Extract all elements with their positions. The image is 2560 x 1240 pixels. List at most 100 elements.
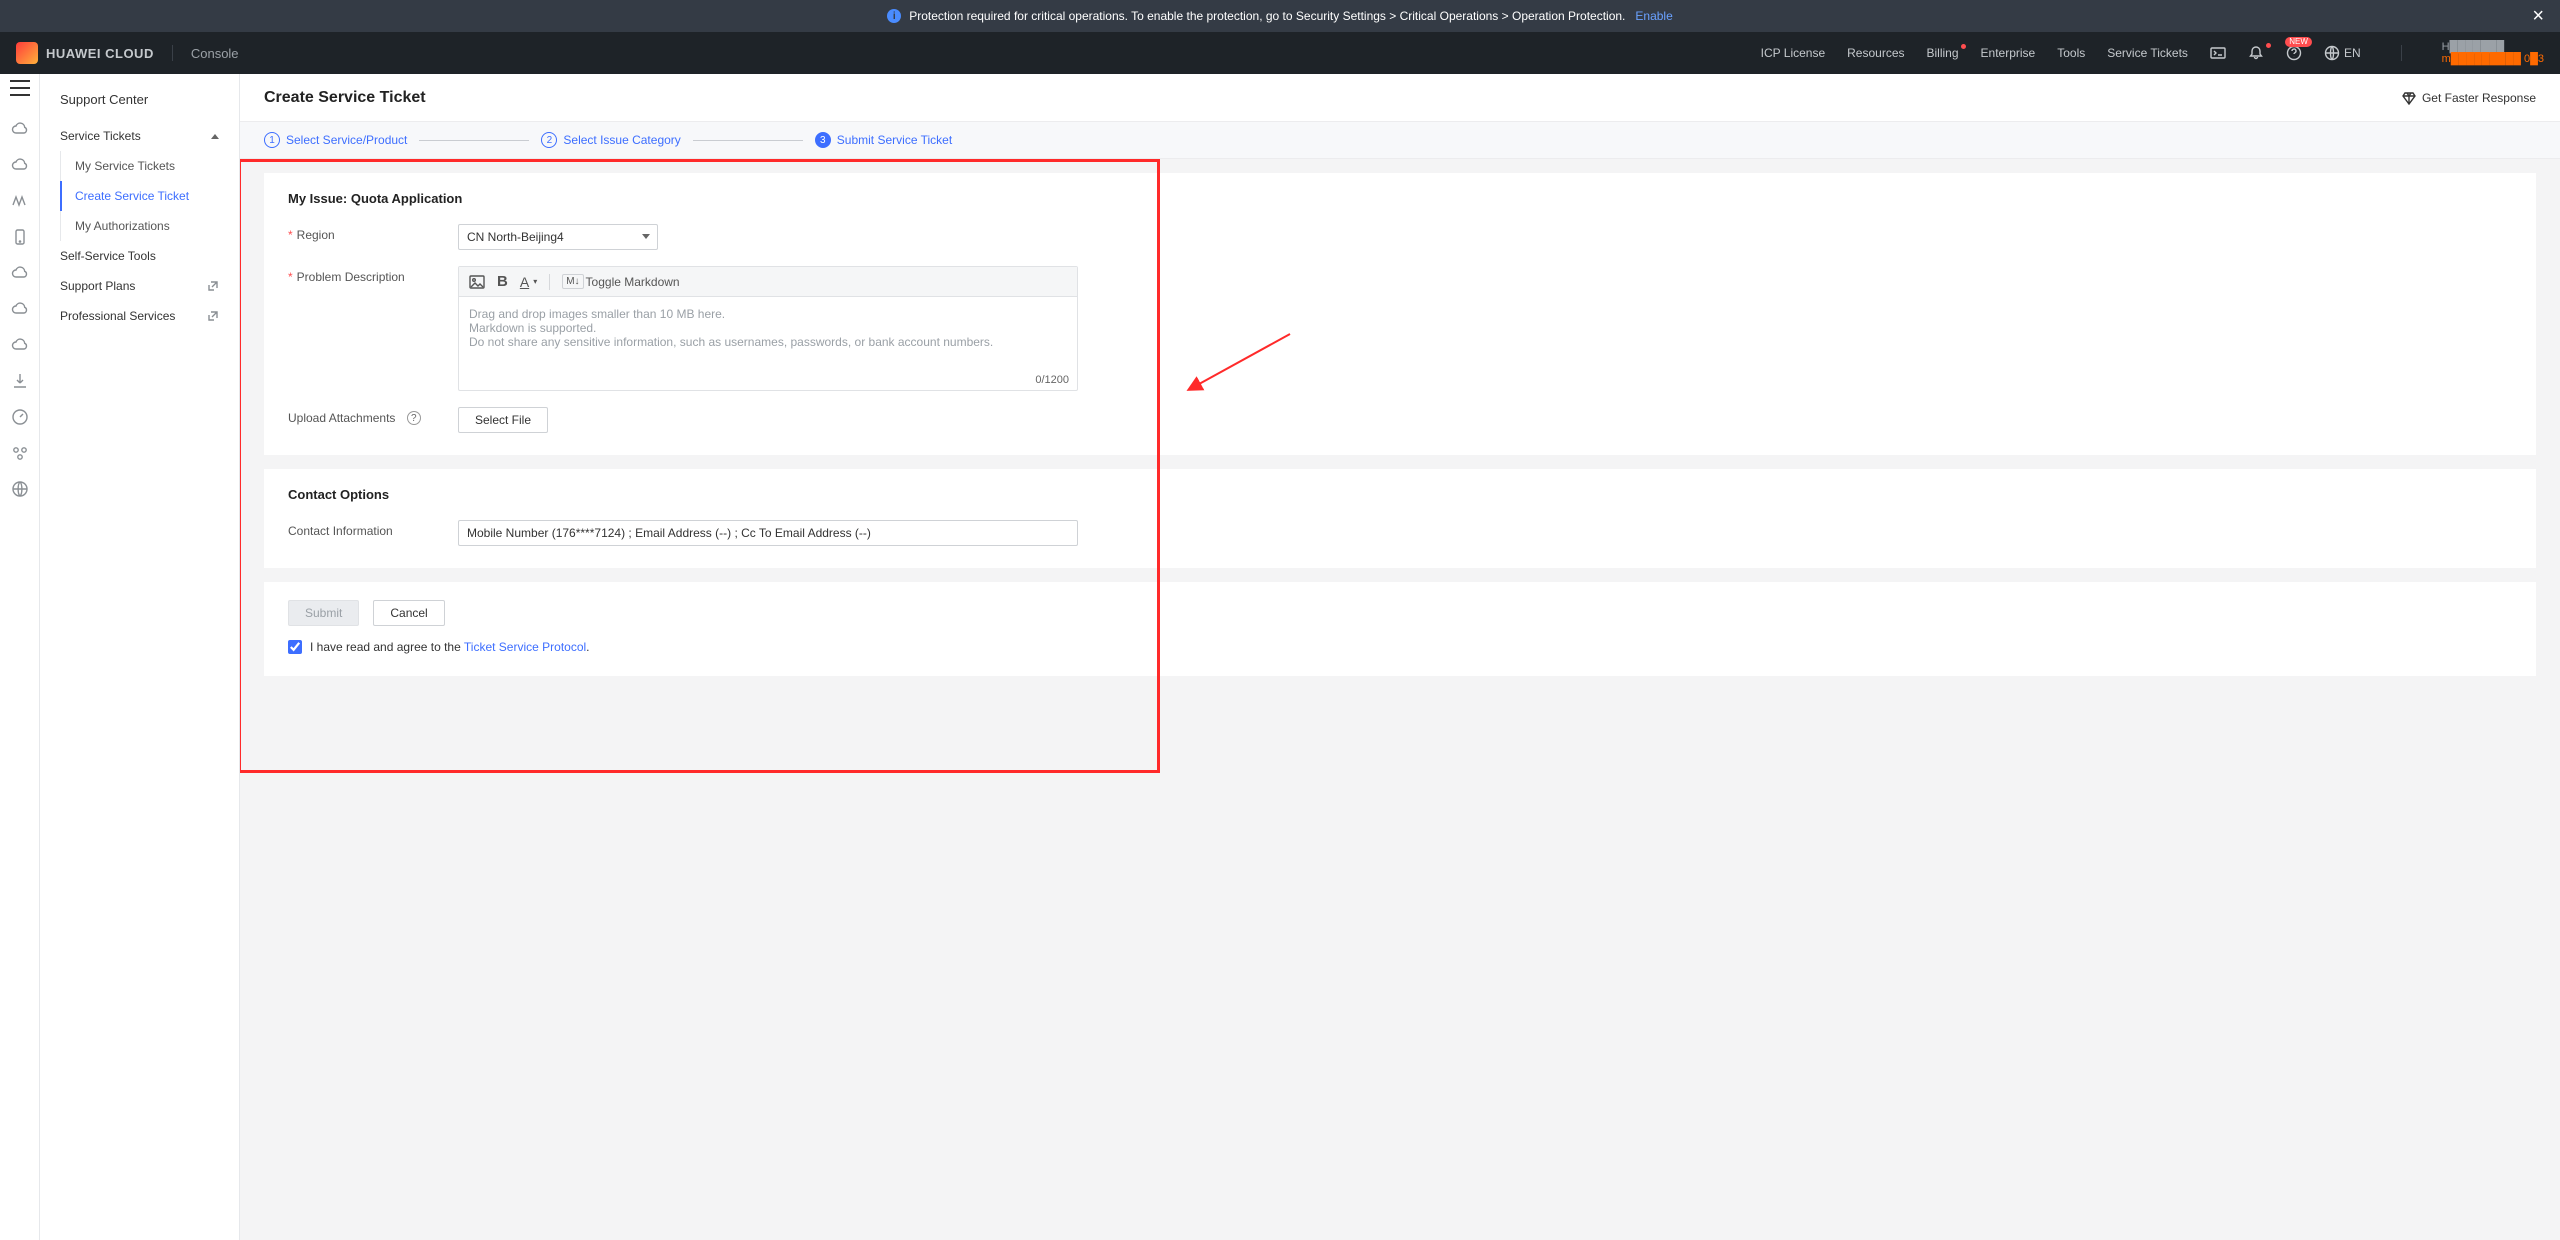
image-icon[interactable] <box>469 275 485 289</box>
step-3[interactable]: 3Submit Service Ticket <box>815 132 952 148</box>
upload-label: Upload Attachments ? <box>288 407 458 425</box>
chevron-up-icon <box>211 134 219 139</box>
nav-support-plans-label: Support Plans <box>60 279 135 293</box>
nav-self-service[interactable]: Self-Service Tools <box>40 241 239 271</box>
nav-title: Support Center <box>40 84 239 121</box>
nav-group-tickets[interactable]: Service Tickets <box>40 121 239 151</box>
contact-label: Contact Information <box>288 520 458 538</box>
font-color-icon[interactable]: A▾ <box>520 274 537 290</box>
step-2[interactable]: 2Select Issue Category <box>541 132 680 148</box>
description-textarea[interactable] <box>459 297 1077 387</box>
rail-cloud-icon-2[interactable] <box>11 156 29 174</box>
nav-my-auth[interactable]: My Authorizations <box>61 211 239 241</box>
bell-icon[interactable] <box>2248 45 2264 61</box>
upload-label-text: Upload Attachments <box>288 411 395 425</box>
account-menu[interactable]: H███████ m█████████ 0█3 <box>2442 41 2544 65</box>
bell-dot-icon <box>2266 43 2271 48</box>
region-select[interactable]: CN North-Beijing4 <box>458 224 658 250</box>
rail-download-icon[interactable] <box>11 372 29 390</box>
huawei-logo <box>16 42 38 64</box>
agree-pre: I have read and agree to the <box>310 640 464 654</box>
region-label: *Region <box>288 224 458 242</box>
agree-checkbox[interactable] <box>288 640 302 654</box>
description-label-text: Problem Description <box>297 270 405 284</box>
step-3-label: Submit Service Ticket <box>837 133 952 147</box>
step-separator <box>419 140 529 141</box>
account-sub: m█████████ 0█3 <box>2442 53 2544 65</box>
icon-rail <box>0 74 40 1240</box>
nav-tools[interactable]: Tools <box>2057 46 2085 60</box>
contact-info-input[interactable] <box>458 520 1078 546</box>
rich-toolbar: B A▾ M↓Toggle Markdown <box>459 267 1077 297</box>
help-icon[interactable]: ? <box>407 411 421 425</box>
cloud-shell-icon[interactable] <box>2210 45 2226 61</box>
step-1-number: 1 <box>264 132 280 148</box>
steps: 1 Select Service/Product 2Select Issue Ca… <box>240 122 2560 159</box>
issue-card: My Issue: Quota Application *Region CN N… <box>264 173 2536 455</box>
step-1[interactable]: 1 Select Service/Product <box>264 132 407 148</box>
contact-card: Contact Options Contact Information <box>264 469 2536 568</box>
step-2-label: Select Issue Category <box>563 133 680 147</box>
required-star-icon: * <box>288 270 293 284</box>
rail-cloud-icon-5[interactable] <box>11 336 29 354</box>
required-star-icon: * <box>288 228 293 242</box>
step-1-label: Select Service/Product <box>286 133 407 147</box>
nav-billing-label: Billing <box>1927 46 1959 60</box>
rail-cluster-icon[interactable] <box>11 444 29 462</box>
actions-card: Submit Cancel I have read and agree to t… <box>264 582 2536 676</box>
rail-cloud-icon-4[interactable] <box>11 300 29 318</box>
description-label: * Problem Description <box>288 266 458 284</box>
nav-billing[interactable]: Billing <box>1927 46 1959 60</box>
help-icon[interactable]: NEW <box>2286 45 2302 61</box>
billing-dot-icon <box>1961 44 1966 49</box>
nav-pro-services-label: Professional Services <box>60 309 175 323</box>
nav-group-label: Service Tickets <box>60 129 141 143</box>
lang-text: EN <box>2344 46 2361 60</box>
gem-icon <box>2402 91 2416 105</box>
bold-icon[interactable]: B <box>497 273 508 290</box>
rail-dashboard-icon[interactable] <box>11 408 29 426</box>
nav-enterprise[interactable]: Enterprise <box>1981 46 2036 60</box>
nav-create-ticket[interactable]: Create Service Ticket <box>60 181 239 211</box>
select-file-button[interactable]: Select File <box>458 407 548 433</box>
agree-text: I have read and agree to the Ticket Serv… <box>310 640 590 654</box>
nav-pro-services[interactable]: Professional Services <box>40 301 239 331</box>
toggle-markdown[interactable]: M↓Toggle Markdown <box>562 274 679 289</box>
divider <box>2401 45 2402 61</box>
faster-response-link[interactable]: Get Faster Response <box>2402 91 2536 105</box>
faster-label: Get Faster Response <box>2422 91 2536 105</box>
agree-protocol-link[interactable]: Ticket Service Protocol <box>464 640 586 654</box>
issue-section-title: My Issue: Quota Application <box>288 191 2512 206</box>
rail-device-icon[interactable] <box>11 228 29 246</box>
announce-enable-link[interactable]: Enable <box>1635 9 1672 23</box>
close-icon[interactable]: × <box>2532 5 2544 28</box>
step-separator <box>693 140 803 141</box>
page-head: Create Service Ticket Get Faster Respons… <box>240 74 2560 122</box>
rail-network-icon[interactable] <box>11 192 29 210</box>
nav-icp[interactable]: ICP License <box>1761 46 1825 60</box>
region-select-wrap: CN North-Beijing4 <box>458 224 658 250</box>
nav-my-tickets[interactable]: My Service Tickets <box>61 151 239 181</box>
topnav: ICP License Resources Billing Enterprise… <box>1761 41 2544 65</box>
new-badge: NEW <box>2285 37 2312 47</box>
console-label[interactable]: Console <box>191 46 239 61</box>
divider <box>172 45 173 61</box>
contact-section-title: Contact Options <box>288 487 2512 502</box>
announcement-text: Protection required for critical operati… <box>909 9 1625 23</box>
rail-cloud-icon-3[interactable] <box>11 264 29 282</box>
markdown-badge-icon: M↓ <box>562 274 583 289</box>
announcement-bar: i Protection required for critical opera… <box>0 0 2560 32</box>
toggle-markdown-label: Toggle Markdown <box>586 275 680 289</box>
language-switch[interactable]: EN <box>2324 45 2361 61</box>
rail-cloud-icon[interactable] <box>11 120 29 138</box>
submit-button[interactable]: Submit <box>288 600 359 626</box>
cancel-button[interactable]: Cancel <box>373 600 444 626</box>
nav-support-plans[interactable]: Support Plans <box>40 271 239 301</box>
account-main: H███████ <box>2442 41 2505 53</box>
info-icon: i <box>887 9 901 23</box>
nav-service-tickets[interactable]: Service Tickets <box>2107 46 2188 60</box>
hamburger-icon[interactable] <box>10 80 30 96</box>
char-count: 0/1200 <box>1035 374 1069 386</box>
rail-globe-icon[interactable] <box>11 480 29 498</box>
nav-resources[interactable]: Resources <box>1847 46 1904 60</box>
